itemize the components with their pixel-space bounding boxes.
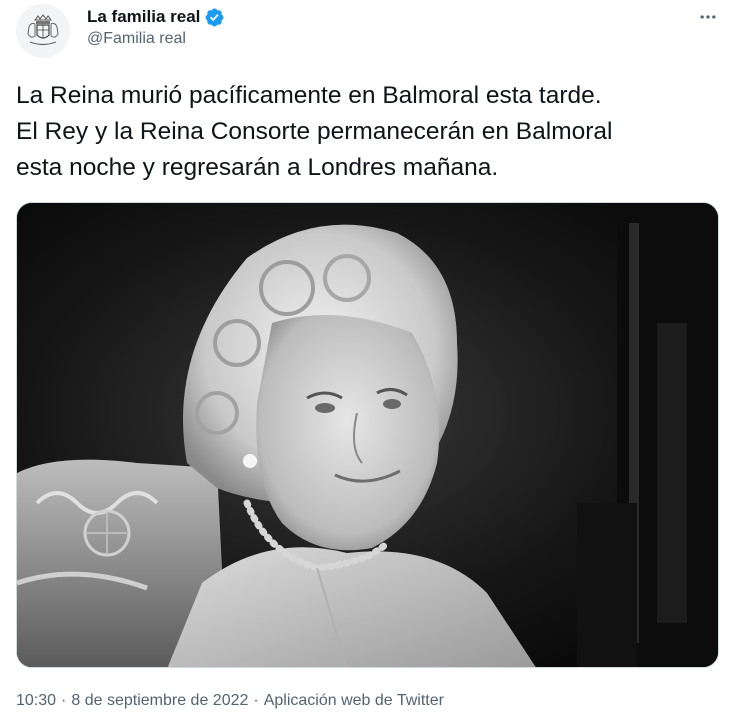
verified-badge-icon: [205, 8, 224, 26]
tweet-source[interactable]: Aplicación web de Twitter: [264, 692, 444, 710]
portrait-photo: [17, 203, 718, 667]
tweet-photo[interactable]: [16, 202, 719, 668]
name-row[interactable]: La familia real: [87, 6, 225, 28]
avatar[interactable]: [16, 4, 70, 58]
royal-coat-of-arms-icon: [22, 10, 64, 52]
separator: ·: [61, 692, 67, 709]
tweet-meta: 10:30 · 8 de septiembre de 2022 · Aplica…: [16, 692, 444, 710]
tweet-time[interactable]: 10:30: [16, 692, 56, 710]
more-options-button[interactable]: [695, 6, 721, 28]
more-options-icon: [700, 15, 716, 19]
display-name[interactable]: La familia real: [87, 6, 200, 28]
tweet-text: La Reina murió pacíficamente en Balmoral…: [16, 82, 613, 181]
user-handle[interactable]: @Familia real: [87, 30, 186, 48]
separator: ·: [253, 692, 259, 709]
tweet-date[interactable]: 8 de septiembre de 2022: [71, 692, 248, 710]
